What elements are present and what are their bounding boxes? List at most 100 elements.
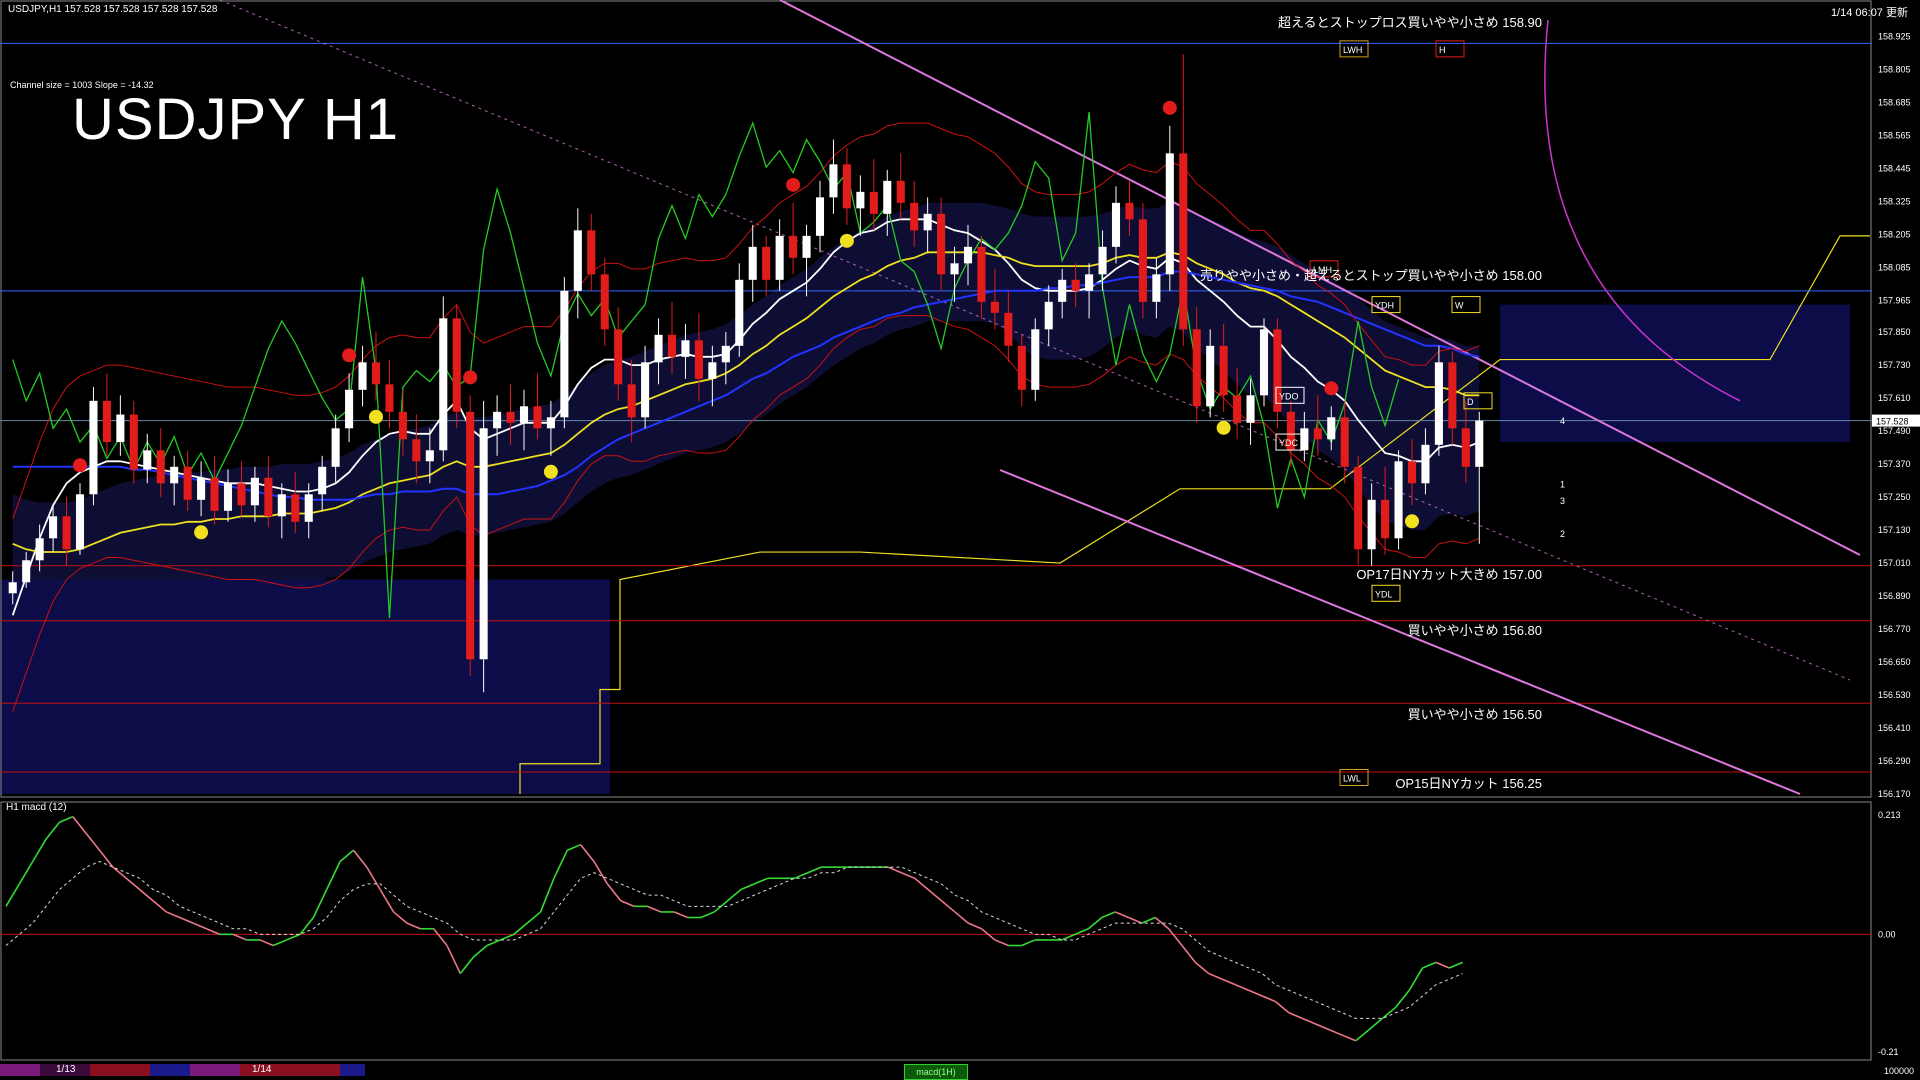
macd-tick-label: 0.213 <box>1878 810 1901 820</box>
marker-label: LWL <box>1343 774 1361 784</box>
candle-body <box>856 191 865 209</box>
y-tick-label: 157.010 <box>1878 558 1911 568</box>
candle-body <box>533 406 542 429</box>
macd-tick-label: -0.21 <box>1878 1047 1899 1057</box>
candle-body <box>1165 153 1174 275</box>
marker-label: LWH <box>1343 45 1362 55</box>
candle-body <box>35 538 44 561</box>
candle-body <box>439 318 448 451</box>
candle-body <box>291 494 300 522</box>
y-tick-label: 156.890 <box>1878 591 1911 601</box>
macd-tab[interactable]: macd(1H) <box>904 1064 968 1080</box>
candle-body <box>681 340 690 357</box>
level-label-157-00: OP17日NYカット大きめ 157.00 <box>1356 567 1542 582</box>
candle-body <box>735 279 744 346</box>
candle-body <box>1475 420 1484 467</box>
candle-body <box>896 180 905 203</box>
candle-body <box>358 362 367 390</box>
candle-body <box>1448 362 1457 429</box>
y-tick-label: 156.290 <box>1878 756 1911 766</box>
candle-body <box>170 466 179 484</box>
candle-body <box>1233 395 1242 423</box>
candle-body <box>156 450 165 484</box>
candle-body <box>627 384 636 418</box>
candle-body <box>869 191 878 214</box>
candle-body <box>1085 274 1094 291</box>
candle-body <box>493 411 502 429</box>
y-tick-label: 157.490 <box>1878 426 1911 436</box>
candle-body <box>923 213 932 231</box>
y-tick-label: 157.250 <box>1878 492 1911 502</box>
candle-body <box>143 450 152 470</box>
candle-body <box>789 235 798 258</box>
fractal-up-marker <box>1162 100 1177 115</box>
candle-body <box>1031 329 1040 390</box>
date-label: 1/13 <box>56 1064 76 1075</box>
last-price-text: 157.528 <box>1876 417 1909 427</box>
candle-body <box>1340 417 1349 467</box>
candle-body <box>412 439 421 462</box>
candle-body <box>318 466 327 495</box>
update-time: 1/14 06:07 更新 <box>1830 7 1908 19</box>
candle-body <box>1098 246 1107 275</box>
level-label-158-00: 売りやや小さめ・超えるとストップ買いやや小さめ 158.00 <box>1200 268 1542 283</box>
y-tick-label: 157.965 <box>1878 295 1911 305</box>
candle-body <box>371 362 381 385</box>
cloud-future <box>1500 304 1850 443</box>
candle-body <box>22 560 31 583</box>
candle-body <box>1058 279 1067 302</box>
y-tick-label: 158.925 <box>1878 31 1911 41</box>
y-tick-label: 157.370 <box>1878 459 1911 469</box>
candle-body <box>1259 329 1269 396</box>
candle-body <box>775 235 784 280</box>
candle-body <box>614 329 623 385</box>
candle-body <box>1152 274 1161 302</box>
level-label-156-25: OP15日NYカット 156.25 <box>1395 776 1542 791</box>
marker-label: YDH <box>1375 301 1394 311</box>
candle-body <box>654 334 663 363</box>
candle-body <box>519 406 529 423</box>
fractal-up-marker <box>463 370 478 385</box>
zoom-level: 100000 <box>1883 1066 1914 1076</box>
y-tick-label: 158.805 <box>1878 64 1911 74</box>
candle-body <box>452 318 461 412</box>
candle-body <box>721 345 730 363</box>
candle-body <box>560 290 569 418</box>
candle-body <box>1327 417 1336 440</box>
candle-body <box>1313 428 1322 440</box>
candle-body <box>1421 444 1430 484</box>
candle-body <box>398 411 407 440</box>
projection-label: 1 <box>1560 479 1565 489</box>
fractal-up-marker <box>342 348 357 363</box>
candle-body <box>1004 312 1013 346</box>
candle-body <box>694 340 703 379</box>
candle-body <box>546 417 555 429</box>
candle-body <box>1138 219 1147 302</box>
candle-body <box>1192 329 1201 407</box>
candle-body <box>1071 279 1080 291</box>
y-tick-label: 158.325 <box>1878 196 1911 206</box>
candle-body <box>277 494 286 517</box>
projection-label: 2 <box>1560 529 1565 539</box>
candle-body <box>1125 202 1134 220</box>
candle-body <box>75 494 85 550</box>
y-tick-label: 158.565 <box>1878 130 1911 140</box>
price-chart[interactable]: 4132YDOYDCYDHYDLLWHLWLLMHWDH 0.2130.00-0… <box>0 0 1920 1080</box>
macd-tick-label: 0.00 <box>1878 929 1896 939</box>
candle-body <box>910 202 919 231</box>
timeline-segment <box>190 1064 240 1076</box>
candle-body <box>1246 395 1255 423</box>
fractal-down-marker <box>1216 420 1231 435</box>
candle-body <box>210 477 219 511</box>
marker-label: YDL <box>1375 589 1393 599</box>
chart-title: USDJPY H1 <box>72 87 400 152</box>
fractal-down-marker <box>543 464 558 479</box>
candle-body <box>1354 466 1363 550</box>
fractal-down-marker <box>369 409 383 424</box>
level-label-156-80: 買いやや小さめ 156.80 <box>1407 623 1542 638</box>
y-tick-label: 156.410 <box>1878 723 1911 733</box>
candle-body <box>425 450 434 462</box>
y-tick-label: 158.685 <box>1878 97 1911 107</box>
candle-body <box>345 389 354 429</box>
y-tick-label: 156.170 <box>1878 789 1911 799</box>
